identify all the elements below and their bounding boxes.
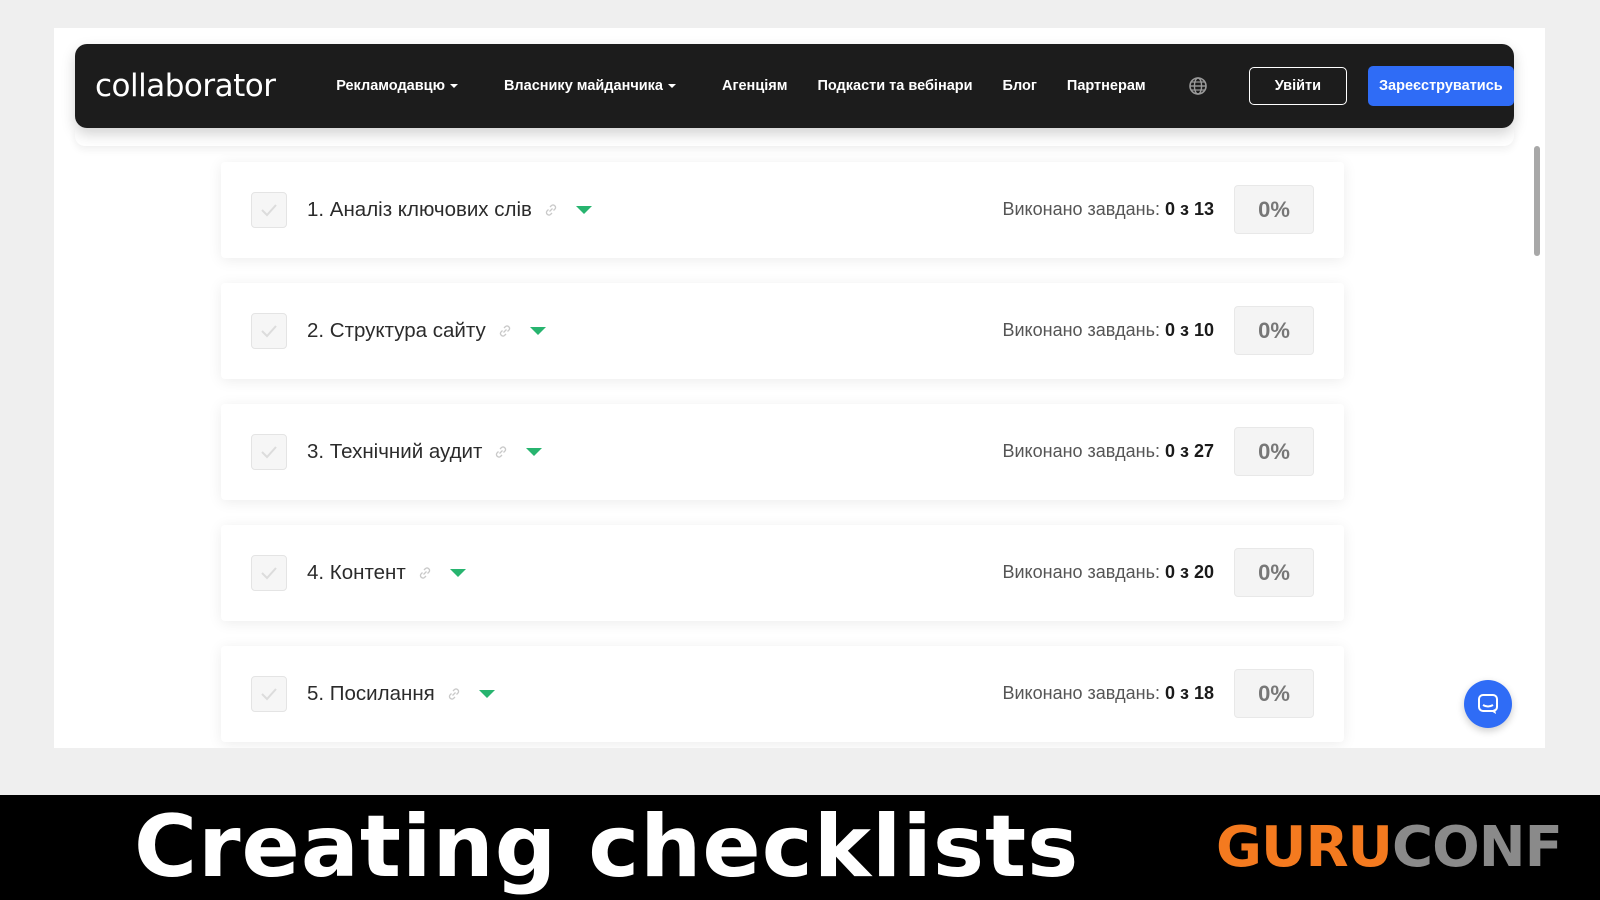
chat-icon bbox=[1478, 694, 1498, 714]
progress-value: 0 з 20 bbox=[1165, 562, 1214, 582]
nav-item-label: Власнику майданчика bbox=[503, 78, 663, 94]
expand-triangle-icon[interactable] bbox=[526, 448, 543, 456]
progress-counter: Виконано завдань: 0 з 13 bbox=[1002, 199, 1214, 220]
link-icon[interactable] bbox=[447, 687, 461, 701]
section-title: 3. Технічний аудит bbox=[307, 440, 483, 463]
expand-triangle-icon[interactable] bbox=[529, 327, 546, 335]
checklist-section: 4. Контент Виконано завдань: 0 з 20 0% bbox=[221, 525, 1344, 621]
percent-badge: 0% bbox=[1234, 548, 1314, 597]
progress-label: Виконано завдань: bbox=[1002, 441, 1160, 461]
section-title: 4. Контент bbox=[307, 561, 406, 584]
progress-value: 0 з 10 bbox=[1165, 320, 1214, 340]
nav-item-advertisers[interactable]: Рекламодавцю bbox=[336, 78, 458, 94]
brand-logo-part2: CONF bbox=[1392, 815, 1563, 880]
progress-counter: Виконано завдань: 0 з 27 bbox=[1002, 441, 1214, 462]
checkmark-icon bbox=[261, 567, 277, 580]
link-icon[interactable] bbox=[418, 566, 432, 580]
nav-item-site-owners[interactable]: Власнику майданчика bbox=[504, 78, 676, 94]
percent-badge: 0% bbox=[1234, 306, 1314, 355]
expand-triangle-icon[interactable] bbox=[575, 206, 592, 214]
checkmark-icon bbox=[261, 204, 277, 217]
section-title-row: 3. Технічний аудит bbox=[307, 440, 543, 464]
checklist-section: 1. Аналіз ключових слів Виконано завдань… bbox=[221, 162, 1344, 258]
top-navbar: collaborator Рекламодавцю Власнику майда… bbox=[75, 44, 1514, 128]
brand-logo-part1: GURU bbox=[1216, 815, 1393, 880]
caret-down-icon bbox=[449, 84, 458, 88]
checkmark-icon bbox=[261, 446, 277, 459]
expand-triangle-icon[interactable] bbox=[449, 569, 466, 577]
progress-label: Виконано завдань: bbox=[1002, 320, 1160, 340]
progress-label: Виконано завдань: bbox=[1002, 562, 1160, 582]
link-icon[interactable] bbox=[544, 203, 558, 217]
section-checkbox[interactable] bbox=[251, 555, 287, 591]
checklist-section: 2. Структура сайту Виконано завдань: 0 з… bbox=[221, 283, 1344, 379]
globe-icon[interactable] bbox=[1188, 75, 1209, 97]
nav-item-label: Агенціям bbox=[721, 78, 788, 94]
progress-counter: Виконано завдань: 0 з 20 bbox=[1002, 562, 1214, 583]
login-button[interactable]: Увійти bbox=[1249, 67, 1347, 105]
brand-logo: GURUCONF bbox=[1216, 815, 1563, 880]
nav-item-label: Рекламодавцю bbox=[336, 78, 445, 94]
progress-value: 0 з 13 bbox=[1165, 199, 1214, 219]
progress-label: Виконано завдань: bbox=[1002, 683, 1160, 703]
section-checkbox[interactable] bbox=[251, 434, 287, 470]
percent-badge: 0% bbox=[1234, 669, 1314, 718]
site-logo[interactable]: collaborator bbox=[95, 68, 286, 104]
progress-value: 0 з 27 bbox=[1165, 441, 1214, 461]
video-caption-bar: Creating checklists GURUCONF bbox=[0, 795, 1600, 900]
section-checkbox[interactable] bbox=[251, 192, 287, 228]
nav-item-label: Партнерам bbox=[1066, 78, 1146, 94]
section-title: 5. Посилання bbox=[307, 682, 435, 705]
chat-widget-button[interactable] bbox=[1464, 680, 1512, 728]
section-title: 2. Структура сайту bbox=[307, 319, 486, 342]
caret-down-icon bbox=[667, 84, 676, 88]
nav-item-blog[interactable]: Блог bbox=[1003, 78, 1037, 94]
checklist-section: 5. Посилання Виконано завдань: 0 з 18 0% bbox=[221, 646, 1344, 742]
section-checkbox[interactable] bbox=[251, 676, 287, 712]
register-button[interactable]: Зареєструватись bbox=[1367, 66, 1514, 106]
progress-value: 0 з 18 bbox=[1165, 683, 1214, 703]
progress-label: Виконано завдань: bbox=[1002, 199, 1160, 219]
section-title-row: 2. Структура сайту bbox=[307, 319, 546, 343]
section-title: 1. Аналіз ключових слів bbox=[307, 198, 532, 221]
link-icon[interactable] bbox=[494, 445, 508, 459]
nav-item-podcasts[interactable]: Подкасти та вебінари bbox=[817, 78, 972, 94]
nav-item-label: Подкасти та вебінари bbox=[817, 78, 973, 94]
percent-badge: 0% bbox=[1234, 427, 1314, 476]
progress-counter: Виконано завдань: 0 з 10 bbox=[1002, 320, 1214, 341]
browser-viewport: collaborator Рекламодавцю Власнику майда… bbox=[54, 28, 1545, 748]
checkmark-icon bbox=[261, 325, 277, 338]
section-title-row: 4. Контент bbox=[307, 561, 466, 585]
checkmark-icon bbox=[261, 688, 277, 701]
nav-item-partners[interactable]: Партнерам bbox=[1067, 78, 1146, 94]
section-checkbox[interactable] bbox=[251, 313, 287, 349]
nav-item-agencies[interactable]: Агенціям bbox=[722, 78, 787, 94]
percent-badge: 0% bbox=[1234, 185, 1314, 234]
link-icon[interactable] bbox=[498, 324, 512, 338]
navbar-underlay bbox=[75, 128, 1514, 146]
expand-triangle-icon[interactable] bbox=[478, 690, 495, 698]
nav-item-label: Блог bbox=[1002, 78, 1037, 94]
section-title-row: 1. Аналіз ключових слів bbox=[307, 198, 592, 222]
checklist-section: 3. Технічний аудит Виконано завдань: 0 з… bbox=[221, 404, 1344, 500]
page-scrollbar[interactable] bbox=[1534, 146, 1540, 256]
progress-counter: Виконано завдань: 0 з 18 bbox=[1002, 683, 1214, 704]
section-title-row: 5. Посилання bbox=[307, 682, 495, 706]
caption-title: Creating checklists bbox=[134, 797, 1080, 897]
